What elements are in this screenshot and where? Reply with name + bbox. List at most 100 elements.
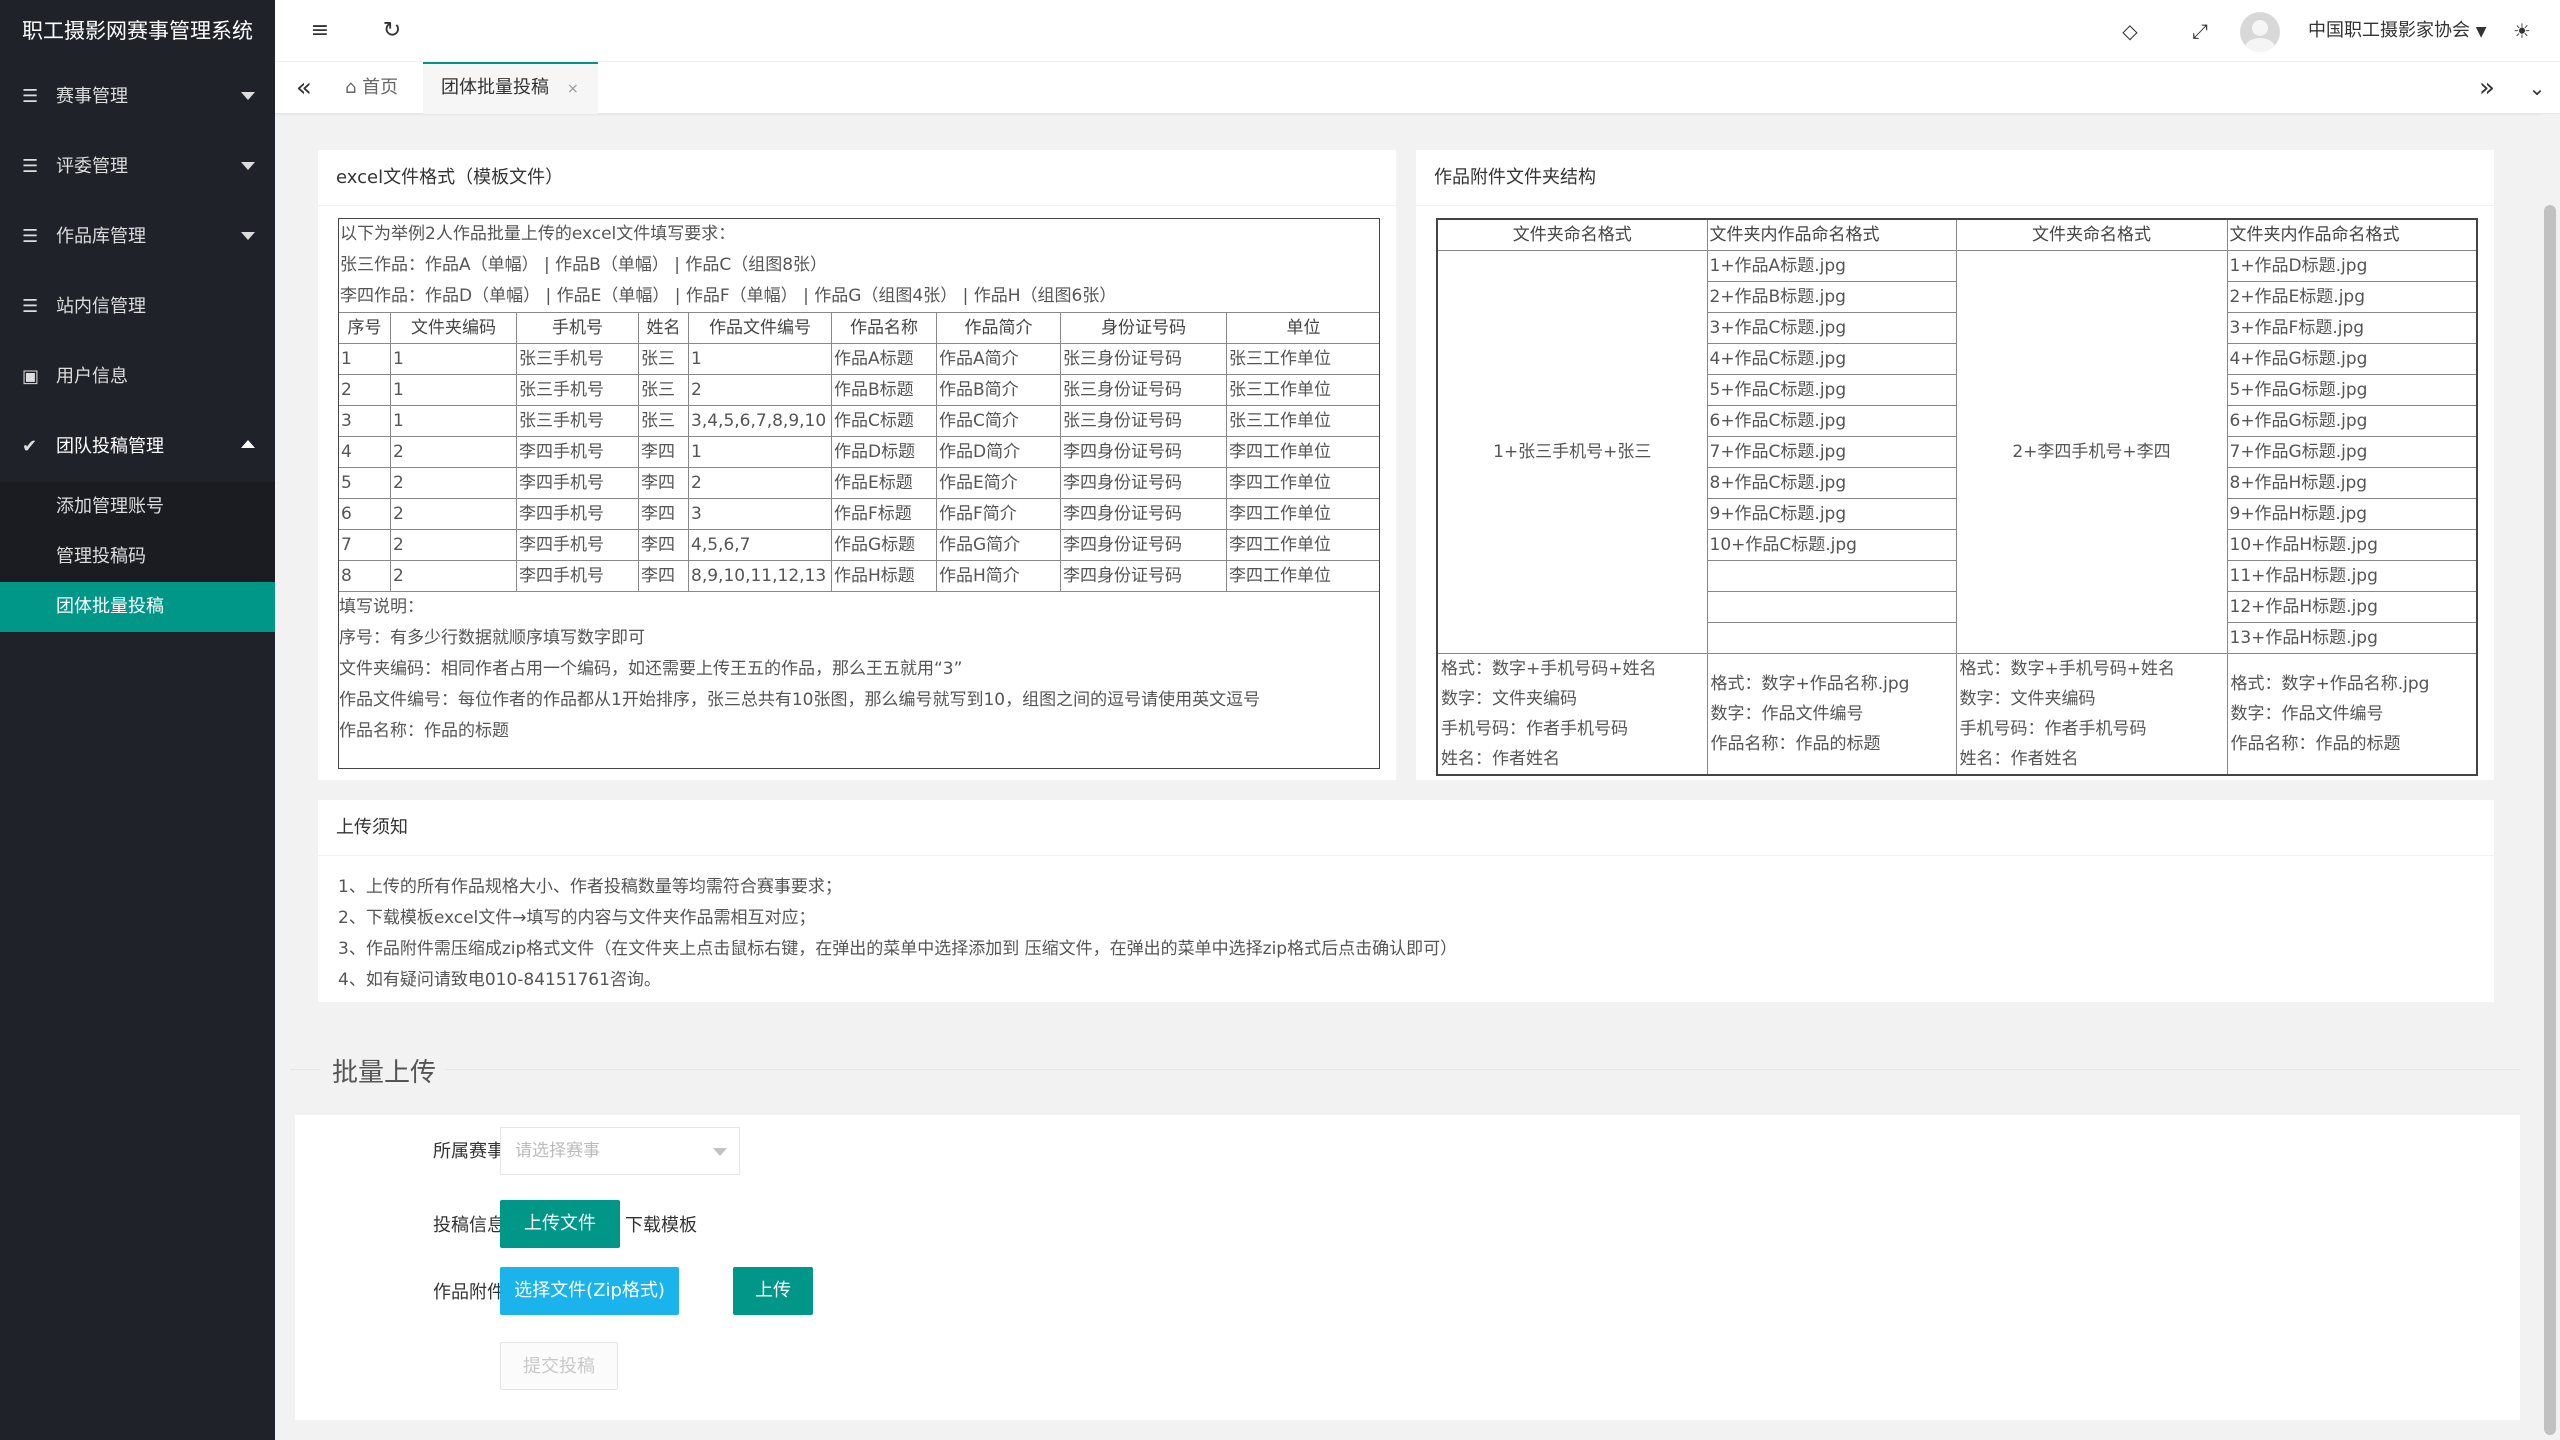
- scrollbar-thumb[interactable]: [2544, 205, 2556, 1435]
- tab-home[interactable]: ⌂ 首页: [345, 62, 398, 114]
- sidebar-item-messages[interactable]: ☰ 站内信管理: [0, 272, 275, 342]
- table-row: 2 1 张三手机号 张三 2 作品B标题 作品B简介 张三身份证号码 张三工作单位: [339, 374, 1379, 406]
- upload-zip-button[interactable]: 上传: [733, 1267, 813, 1315]
- table-cell: 张三身份证号码: [1060, 374, 1227, 406]
- table-cell: 李四身份证号码: [1060, 529, 1227, 561]
- sidebar-item-add-admin[interactable]: 添加管理账号: [0, 482, 275, 532]
- file-name-cell: 2+作品E标题.jpg: [2226, 281, 2478, 313]
- section-title: 批量上传: [332, 1058, 437, 1088]
- file-name-cell: [1706, 560, 1957, 592]
- fullscreen-icon[interactable]: ⤢: [2187, 0, 2213, 62]
- table-cell: 作品F标题: [831, 498, 937, 530]
- column-header: 文件夹命名格式: [1955, 218, 2228, 251]
- file-name-cell: 5+作品C标题.jpg: [1706, 374, 1957, 406]
- sidebar-item-label: 赛事管理: [56, 86, 128, 107]
- sidebar-item-events[interactable]: ☰ 赛事管理: [0, 62, 275, 132]
- sidebar-item-judges[interactable]: ☰ 评委管理: [0, 132, 275, 202]
- folder-structure-card: 作品附件文件夹结构 文件夹命名格式 文件夹内作品命名格式 文件夹命名格式 文件夹…: [1416, 150, 2494, 780]
- avatar[interactable]: [2240, 12, 2280, 52]
- sidebar-item-label: 团队投稿管理: [56, 436, 164, 457]
- menu-icon: ☰: [22, 86, 39, 107]
- user-card-icon: ▣: [22, 366, 40, 387]
- sidebar-item-works[interactable]: ☰ 作品库管理: [0, 202, 275, 272]
- note-line: 作品文件编号：每位作者的作品都从1开始排序，张三总共有10张图，那么编号就写到1…: [339, 690, 1261, 710]
- file-name-cell: 9+作品H标题.jpg: [2226, 498, 2478, 530]
- folder-name-cell: 2+李四手机号+李四: [1955, 250, 2228, 654]
- close-icon[interactable]: ×: [567, 81, 579, 97]
- table-cell: 李四手机号: [516, 467, 639, 499]
- format-cell: 格式：数字+手机号码+姓名 数字：文件夹编码 手机号码：作者手机号码 姓名：作者姓名: [1436, 653, 1708, 776]
- table-cell: 作品G简介: [936, 529, 1061, 561]
- table-cell: 李四工作单位: [1226, 436, 1379, 468]
- folder-structure-table: 文件夹命名格式 文件夹内作品命名格式 文件夹命名格式 文件夹内作品命名格式 1+…: [1436, 218, 2478, 776]
- choose-zip-button[interactable]: 选择文件(Zip格式): [500, 1267, 679, 1315]
- notice-line: 2、下载模板excel文件→填写的内容与文件夹作品需相互对应；: [338, 908, 816, 928]
- sidebar-item-submission-codes[interactable]: 管理投稿码: [0, 532, 275, 582]
- table-cell: 张三: [638, 405, 689, 437]
- notice-line: 3、作品附件需压缩成zip格式文件（在文件夹上点击鼠标右键，在弹出的菜单中选择添…: [338, 939, 1458, 959]
- column-header: 文件夹命名格式: [1436, 218, 1708, 251]
- column-header: 文件夹内作品命名格式: [2226, 218, 2478, 251]
- format-line: 数字：作品文件编号: [1710, 704, 1864, 724]
- format-line: 数字：作品文件编号: [2230, 704, 2384, 724]
- table-cell: 李四身份证号码: [1060, 560, 1227, 592]
- table-cell: 作品B简介: [936, 374, 1061, 406]
- upload-notice-card: 上传须知 1、上传的所有作品规格大小、作者投稿数量等均需符合赛事要求； 2、下载…: [318, 800, 2494, 1002]
- sidebar-item-label: 作品库管理: [56, 226, 146, 247]
- download-template-link[interactable]: 下载模板: [625, 1211, 697, 1237]
- sidebar-item-user-info[interactable]: ▣ 用户信息: [0, 342, 275, 412]
- user-menu[interactable]: 中国职工摄影家协会 ▼: [2308, 0, 2487, 62]
- tabs-scroll-left-icon[interactable]: «: [289, 62, 319, 114]
- sidebar-item-team-submission[interactable]: ✔ 团队投稿管理: [0, 412, 275, 482]
- table-cell: 李四工作单位: [1226, 560, 1379, 592]
- table-row: 7 2 李四手机号 李四 4,5,6,7 作品G标题 作品G简介 李四身份证号码 李四工作单位: [339, 529, 1379, 561]
- table-cell: 张三手机号: [516, 374, 639, 406]
- column-header: 序号: [339, 312, 391, 344]
- format-line: 数字：文件夹编码: [1441, 689, 1577, 709]
- column-header: 单位: [1226, 312, 1379, 344]
- sidebar-item-batch-submission[interactable]: 团体批量投稿: [0, 582, 275, 632]
- format-line: 作品名称：作品的标题: [1710, 734, 1881, 754]
- table-cell: 李四身份证号码: [1060, 467, 1227, 499]
- excel-intro-line: 张三作品：作品A（单幅） | 作品B（单幅） | 作品C（组图8张）: [340, 255, 828, 275]
- file-name-cell: 8+作品C标题.jpg: [1706, 467, 1957, 499]
- table-cell: 李四身份证号码: [1060, 436, 1227, 468]
- column-header: 文件夹编码: [390, 312, 517, 344]
- table-cell: 5: [339, 467, 391, 499]
- collapse-menu-icon[interactable]: ≡: [307, 0, 333, 62]
- info-label: 投稿信息: [433, 1215, 505, 1236]
- table-cell: 张三工作单位: [1226, 405, 1379, 437]
- table-cell: 8,9,10,11,12,13: [688, 560, 832, 592]
- format-line: 格式：数字+作品名称.jpg: [2230, 674, 2430, 694]
- tab-batch-submission[interactable]: 团体批量投稿 ×: [423, 62, 598, 114]
- table-cell: 李四: [638, 436, 689, 468]
- table-cell: 3,4,5,6,7,8,9,10: [688, 405, 832, 437]
- sidebar-item-label: 用户信息: [56, 366, 128, 387]
- event-select[interactable]: 请选择赛事: [500, 1127, 740, 1175]
- table-cell: 1: [339, 343, 391, 375]
- upload-excel-button[interactable]: 上传文件: [500, 1200, 620, 1248]
- chevron-up-icon: [241, 440, 255, 448]
- table-cell: 作品G标题: [831, 529, 937, 561]
- card-title: 作品附件文件夹结构: [1416, 150, 2494, 206]
- table-cell: 张三手机号: [516, 405, 639, 437]
- column-header: 文件夹内作品命名格式: [1706, 218, 1957, 251]
- tabs-bar: « ⌂ 首页 团体批量投稿 × » ⌄: [275, 62, 2560, 114]
- column-header: 作品名称: [831, 312, 937, 344]
- file-name-cell: 2+作品B标题.jpg: [1706, 281, 1957, 313]
- table-cell: 李四身份证号码: [1060, 498, 1227, 530]
- tabs-menu-chevron-icon[interactable]: ⌄: [2522, 62, 2552, 114]
- table-cell: 1: [390, 374, 517, 406]
- table-cell: 作品H标题: [831, 560, 937, 592]
- submit-button[interactable]: 提交投稿: [500, 1342, 618, 1390]
- table-cell: 1: [688, 436, 832, 468]
- theme-icon[interactable]: ☀: [2507, 0, 2537, 62]
- sidebar: 职工摄影网赛事管理系统 ☰ 赛事管理 ☰ 评委管理 ☰ 作品库管理 ☰ 站内信管理 ▣ 用…: [0, 0, 275, 1440]
- column-header: 作品文件编号: [688, 312, 832, 344]
- note-line: 作品名称：作品的标题: [339, 721, 509, 741]
- tag-icon[interactable]: ◇: [2117, 0, 2143, 62]
- menu-icon: ☰: [22, 296, 39, 317]
- refresh-icon[interactable]: ↻: [379, 0, 405, 62]
- table-cell: 李四: [638, 498, 689, 530]
- tabs-scroll-right-icon[interactable]: »: [2472, 62, 2502, 114]
